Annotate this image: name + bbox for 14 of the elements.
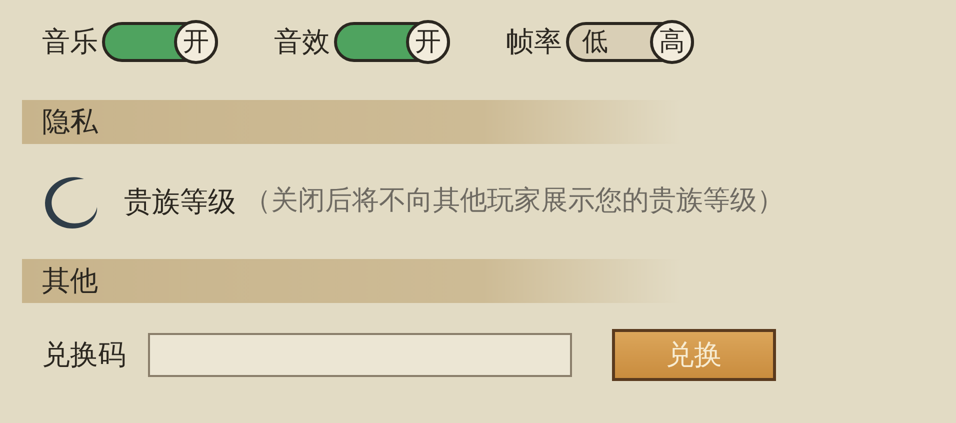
redeem-code-field[interactable] bbox=[148, 333, 572, 377]
field-label: 兑换码 bbox=[42, 337, 126, 373]
toggle-switch[interactable]: 开 bbox=[334, 22, 450, 62]
setting-label: 音乐 bbox=[42, 24, 98, 60]
toggle-thumb: 开 bbox=[174, 20, 218, 64]
toggle-switch[interactable]: 开 bbox=[102, 22, 218, 62]
switch-option[interactable]: 低 bbox=[569, 22, 621, 62]
toggle-thumb: 开 bbox=[406, 20, 450, 64]
segmented-switch[interactable]: 低 高 bbox=[566, 22, 694, 62]
switch-thumb[interactable]: 高 bbox=[650, 20, 694, 64]
setting-label: 贵族等级 bbox=[124, 184, 236, 220]
setting-label: 帧率 bbox=[506, 24, 562, 60]
setting-label: 音效 bbox=[274, 24, 330, 60]
setting-note: （关闭后将不向其他玩家展示您的贵族等级） bbox=[244, 184, 784, 218]
